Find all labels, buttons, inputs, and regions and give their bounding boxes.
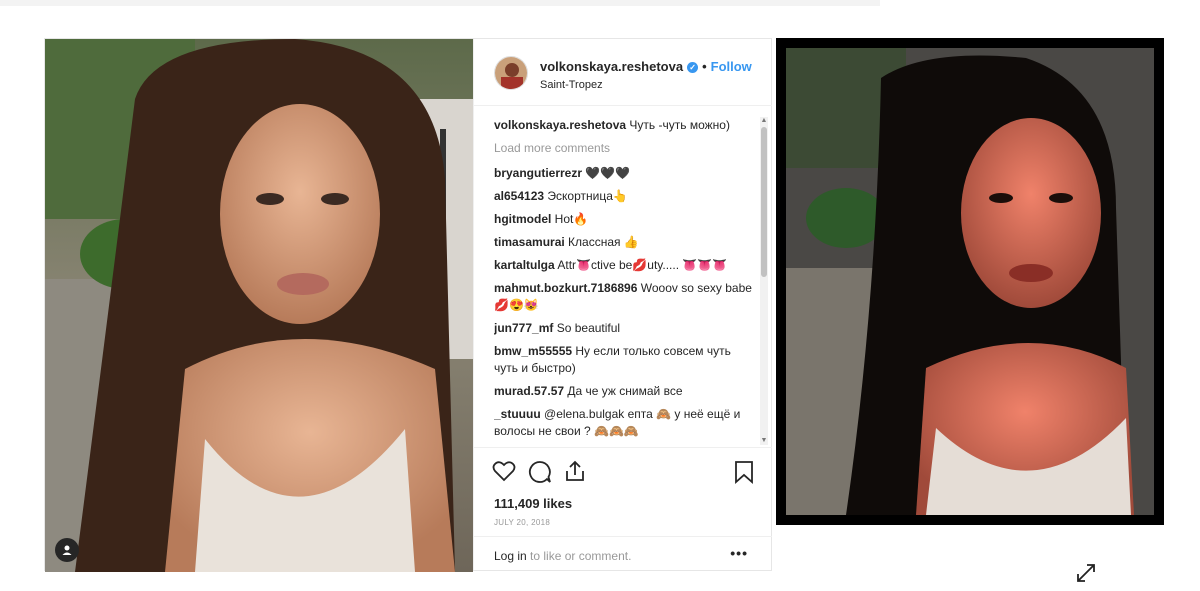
list-item: bryangutierrezr 🖤🖤🖤	[494, 165, 756, 182]
comment-text: Эскортница👆	[547, 189, 628, 203]
list-item: hgitmodel Hot🔥	[494, 211, 756, 228]
caption-comment: volkonskaya.reshetova Чуть -чуть можно)	[494, 117, 756, 134]
top-strip	[0, 0, 880, 6]
list-item: al654123 Эскортница👆	[494, 188, 756, 205]
comment-username[interactable]: bmw_m55555	[494, 344, 572, 358]
post-location[interactable]: Saint-Tropez	[540, 79, 603, 91]
login-bar: Log in to like or comment. •••	[474, 536, 772, 572]
more-options-button[interactable]: •••	[730, 545, 748, 561]
post-author-username[interactable]: volkonskaya.reshetova	[540, 59, 683, 74]
post-date: JULY 20, 2018	[494, 518, 551, 527]
comment-username[interactable]: al654123	[494, 189, 544, 203]
comment-username[interactable]: bryangutierrezr	[494, 166, 582, 180]
comment-text: Классная 👍	[568, 235, 639, 249]
filtered-image-panel	[776, 38, 1164, 525]
post-side-panel: volkonskaya.reshetova ✓ • Follow Saint-Trop…	[473, 39, 772, 570]
comment-text: Attr👅ctive be💋uty..... 👅👅👅	[557, 258, 728, 272]
post-photo[interactable]	[45, 39, 473, 572]
verified-icon: ✓	[687, 62, 699, 74]
comments-scrollbar[interactable]: ▲ ▼	[760, 117, 768, 445]
list-item: kartaltulga Attr👅ctive be💋uty..... 👅👅👅	[494, 257, 756, 274]
avatar[interactable]	[494, 56, 528, 90]
list-item: bmw_m55555 Ну если только совсем чуть чу…	[494, 343, 756, 377]
comment-text: Hot🔥	[554, 212, 589, 226]
comment-username[interactable]: volkonskaya.reshetova	[494, 118, 626, 132]
login-prompt-text: to like or comment.	[526, 549, 632, 563]
share-icon[interactable]	[564, 460, 586, 487]
instagram-post: volkonskaya.reshetova ✓ • Follow Saint-Trop…	[44, 38, 772, 572]
comment-username[interactable]: _stuuuu	[494, 407, 541, 421]
likes-count[interactable]: 111,409 likes	[494, 496, 572, 511]
scrollbar-thumb[interactable]	[761, 127, 767, 277]
bookmark-icon[interactable]	[734, 460, 754, 489]
comment-username[interactable]: timasamurai	[494, 235, 565, 249]
post-photo-image	[45, 39, 473, 572]
post-header: volkonskaya.reshetova ✓ • Follow Saint-Trop…	[474, 39, 772, 106]
header-username-row: volkonskaya.reshetova ✓ • Follow	[540, 59, 752, 74]
comment-username[interactable]: mahmut.bozkurt.7186896	[494, 281, 637, 295]
comment-username[interactable]: kartaltulga	[494, 258, 555, 272]
filtered-photo-image	[786, 48, 1154, 515]
expand-icon[interactable]	[1075, 562, 1097, 584]
list-item: jun777_mf So beautiful	[494, 320, 756, 337]
comment-username[interactable]: murad.57.57	[494, 384, 564, 398]
scroll-down-arrow-icon[interactable]: ▼	[760, 437, 768, 445]
user-tag-icon[interactable]	[55, 538, 79, 562]
comment-text: Чуть -чуть можно)	[629, 118, 730, 132]
load-more-comments-button[interactable]: Load more comments	[494, 140, 756, 157]
comment-text: 🖤🖤🖤	[585, 166, 631, 180]
list-item: murad.57.57 Да че уж снимай все	[494, 383, 756, 400]
list-item: mahmut.bozkurt.7186896 Wooov so sexy bab…	[494, 280, 756, 314]
follow-button[interactable]: Follow	[711, 59, 752, 74]
comment-icon[interactable]	[528, 460, 552, 489]
login-prompt: Log in to like or comment.	[494, 549, 631, 563]
follow-separator: •	[702, 59, 707, 74]
comments-list[interactable]: volkonskaya.reshetova Чуть -чуть можно) …	[494, 117, 756, 445]
comment-username[interactable]: hgitmodel	[494, 212, 551, 226]
heart-icon[interactable]	[492, 460, 516, 487]
list-item: timasamurai Классная 👍	[494, 234, 756, 251]
comment-text: So beautiful	[556, 321, 621, 335]
comment-username[interactable]: jun777_mf	[494, 321, 553, 335]
scroll-up-arrow-icon[interactable]: ▲	[760, 117, 768, 125]
login-link[interactable]: Log in	[494, 549, 527, 563]
comment-text: Да че уж снимай все	[567, 384, 683, 398]
post-actions: 111,409 likes JULY 20, 2018 Log in to li…	[474, 447, 772, 571]
list-item: _stuuuu @elena.bulgak епта 🙈 у неё ещё и…	[494, 406, 756, 440]
